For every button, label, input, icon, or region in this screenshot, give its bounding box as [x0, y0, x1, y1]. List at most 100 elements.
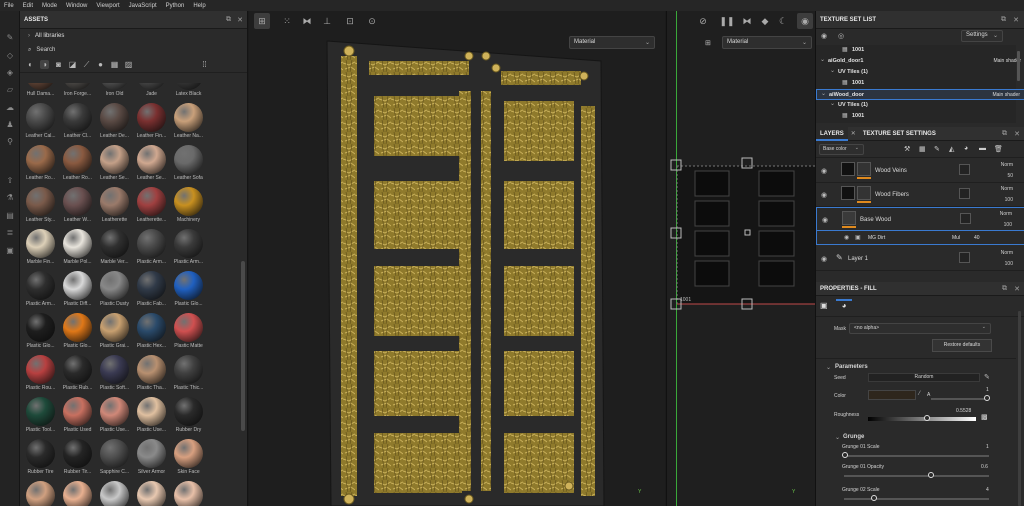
blend-mode[interactable]: Norm: [1000, 211, 1012, 217]
asset-tile[interactable]: Leather Sofa: [170, 145, 207, 187]
grunge-01-scale-knob[interactable]: [842, 452, 848, 458]
asset-tile[interactable]: Silver Armor: [133, 439, 170, 481]
asset-tile[interactable]: Plastic Tha...: [133, 355, 170, 397]
menu-python[interactable]: Python: [166, 3, 185, 9]
asset-tile[interactable]: Plastic Use...: [133, 397, 170, 439]
viewport-3d[interactable]: ⊞ ⁙ ⧓ ⊥ ⊡ ⊙ Material ⌄ Y: [249, 11, 665, 506]
layer-mask-slot[interactable]: [959, 252, 970, 263]
layer-opacity[interactable]: 50: [1007, 173, 1013, 179]
close-icon[interactable]: ✕: [1013, 16, 1019, 24]
asset-tile[interactable]: Plastic Arm...: [22, 271, 59, 313]
view-toggle-icon[interactable]: ⧓: [739, 13, 755, 29]
breadcrumb[interactable]: › All libraries: [20, 29, 247, 43]
all-assets-filter-icon[interactable]: ◐: [26, 60, 35, 69]
material-preview-sphere[interactable]: [63, 481, 92, 506]
clone-icon[interactable]: ♟: [5, 121, 15, 129]
brush-filter-icon[interactable]: ⟋: [82, 60, 91, 69]
asset-tile[interactable]: Plastic Matte: [170, 313, 207, 355]
color-picker-icon[interactable]: ⚲: [5, 138, 15, 146]
asset-tile[interactable]: Plastic Arm...: [133, 229, 170, 271]
eraser-icon[interactable]: ◇: [5, 52, 15, 60]
tab-texture-set-settings[interactable]: TEXTURE SET SETTINGS: [859, 131, 940, 137]
asset-tile[interactable]: Plastic Glo...: [59, 313, 96, 355]
layer-row-layer-1[interactable]: ◉ ✎ Layer 1 Norm 100: [816, 247, 1024, 271]
asset-tile[interactable]: Plastic Diff...: [59, 271, 96, 313]
symmetry-icon[interactable]: ⧓: [299, 13, 315, 29]
blend-mode[interactable]: Norm: [1001, 162, 1013, 168]
effect-row-mg-dirt[interactable]: ◉ ▣ MG Dirt Mul 40: [816, 231, 1024, 245]
asset-tile[interactable]: Plastic Hex...: [133, 313, 170, 355]
asset-tile[interactable]: Iron Forge...: [59, 83, 96, 103]
axis-icon[interactable]: ⊥: [319, 13, 335, 29]
material-preview-sphere[interactable]: [26, 481, 55, 506]
add-mask-icon[interactable]: ▦: [919, 145, 926, 153]
visibility-eye-icon[interactable]: ◉: [844, 234, 849, 241]
asset-tile[interactable]: Leather Ro...: [59, 145, 96, 187]
material-mode-dropdown-right[interactable]: Material ⌄: [722, 36, 812, 49]
polygon-fill-icon[interactable]: ▱: [5, 86, 15, 94]
alpha-slider-knob[interactable]: [984, 395, 990, 401]
blend-mode[interactable]: Norm: [1001, 250, 1013, 256]
visibility-eye-icon[interactable]: ◉: [821, 255, 827, 263]
effect-opacity[interactable]: 40: [974, 235, 980, 241]
material-preview-sphere[interactable]: [137, 481, 166, 506]
layer-row-wood-veins[interactable]: ◉ Wood Veins Norm 50: [816, 159, 1024, 183]
asset-tile[interactable]: Plastic Soft...: [96, 355, 133, 397]
layer-mask-slot[interactable]: [959, 164, 970, 175]
grunge-02-scale-slider[interactable]: [844, 498, 989, 500]
asset-tile[interactable]: Plastic Used: [59, 397, 96, 439]
document-icon[interactable]: ▤: [5, 212, 15, 220]
undock-icon[interactable]: ⧉: [226, 16, 231, 24]
asset-tile[interactable]: Leatherette: [96, 187, 133, 229]
eye-icon[interactable]: ◉: [821, 32, 827, 40]
dotted-grid-icon[interactable]: ⁙: [279, 13, 295, 29]
asset-tile[interactable]: Leather Se...: [96, 145, 133, 187]
menu-file[interactable]: File: [4, 3, 14, 9]
close-icon[interactable]: ✕: [1014, 130, 1020, 138]
asset-tile[interactable]: Plastic Tool...: [22, 397, 59, 439]
asset-scrollbar[interactable]: [241, 261, 245, 431]
material-preview-sphere[interactable]: [174, 481, 203, 506]
texture-set-row[interactable]: ▦ 1001: [816, 78, 1024, 89]
asset-tile[interactable]: Rubber Tir...: [59, 439, 96, 481]
menu-window[interactable]: Window: [66, 3, 87, 9]
material-preview-sphere[interactable]: [100, 481, 129, 506]
smudge-icon[interactable]: ☁: [5, 104, 15, 112]
color-swatch[interactable]: [868, 390, 916, 400]
chevron-down-icon[interactable]: ⌄: [830, 100, 835, 107]
asset-tile[interactable]: Leather De...: [96, 103, 133, 145]
paint-brush-icon[interactable]: ✎: [5, 34, 15, 42]
viewport-2d[interactable]: ⊘ ❚❚ ⧓ ◆ ☾ ◉ ⊞ Material ⌄ 1001 Y: [666, 11, 815, 506]
layer-opacity[interactable]: 100: [1005, 261, 1013, 267]
close-icon[interactable]: ✕: [237, 16, 243, 24]
render-icon[interactable]: ☾: [775, 13, 791, 29]
grunge-01-opacity-slider[interactable]: [844, 475, 989, 477]
edit-pencil-icon[interactable]: ✎: [984, 373, 990, 381]
grid-view-icon[interactable]: ⁞⁞: [200, 60, 209, 69]
roughness-gradient-slider[interactable]: [868, 417, 976, 421]
eyedropper-icon[interactable]: ⁄: [919, 391, 920, 397]
menu-edit[interactable]: Edit: [23, 3, 33, 9]
undock-icon[interactable]: ⧉: [1002, 130, 1007, 138]
channel-dropdown[interactable]: Base color ⌄: [819, 144, 864, 155]
frame-icon[interactable]: ⊡: [342, 13, 358, 29]
roughness-slider-knob[interactable]: [924, 415, 930, 421]
asset-tile[interactable]: Marble Ver...: [96, 229, 133, 271]
asset-tile[interactable]: Latex Black: [170, 83, 207, 103]
visibility-eye-icon[interactable]: ◉: [821, 167, 827, 175]
add-smart-material-icon[interactable]: ◕: [964, 145, 968, 152]
asset-tile[interactable]: Leather Fin...: [133, 103, 170, 145]
tab-layers[interactable]: LAYERS: [816, 126, 848, 141]
menu-help[interactable]: Help: [193, 3, 205, 9]
materials-filter-icon[interactable]: ◑: [40, 60, 49, 69]
texture-slot-icon[interactable]: ▩: [981, 413, 988, 421]
menu-mode[interactable]: Mode: [42, 3, 57, 9]
grunge-section[interactable]: ⌄ Grunge: [816, 431, 1024, 443]
texture-set-row[interactable]: ▦ 1001: [816, 45, 1024, 56]
asset-tile[interactable]: Iron Old: [96, 83, 133, 103]
projection-icon[interactable]: ◈: [5, 69, 15, 77]
close-icon[interactable]: ✕: [1014, 285, 1020, 293]
asset-tile[interactable]: Leather W...: [59, 187, 96, 229]
texture-set-row[interactable]: ⌄ aiGold_door1 Main shader: [816, 56, 1024, 67]
grunge-01-opacity-knob[interactable]: [928, 472, 934, 478]
